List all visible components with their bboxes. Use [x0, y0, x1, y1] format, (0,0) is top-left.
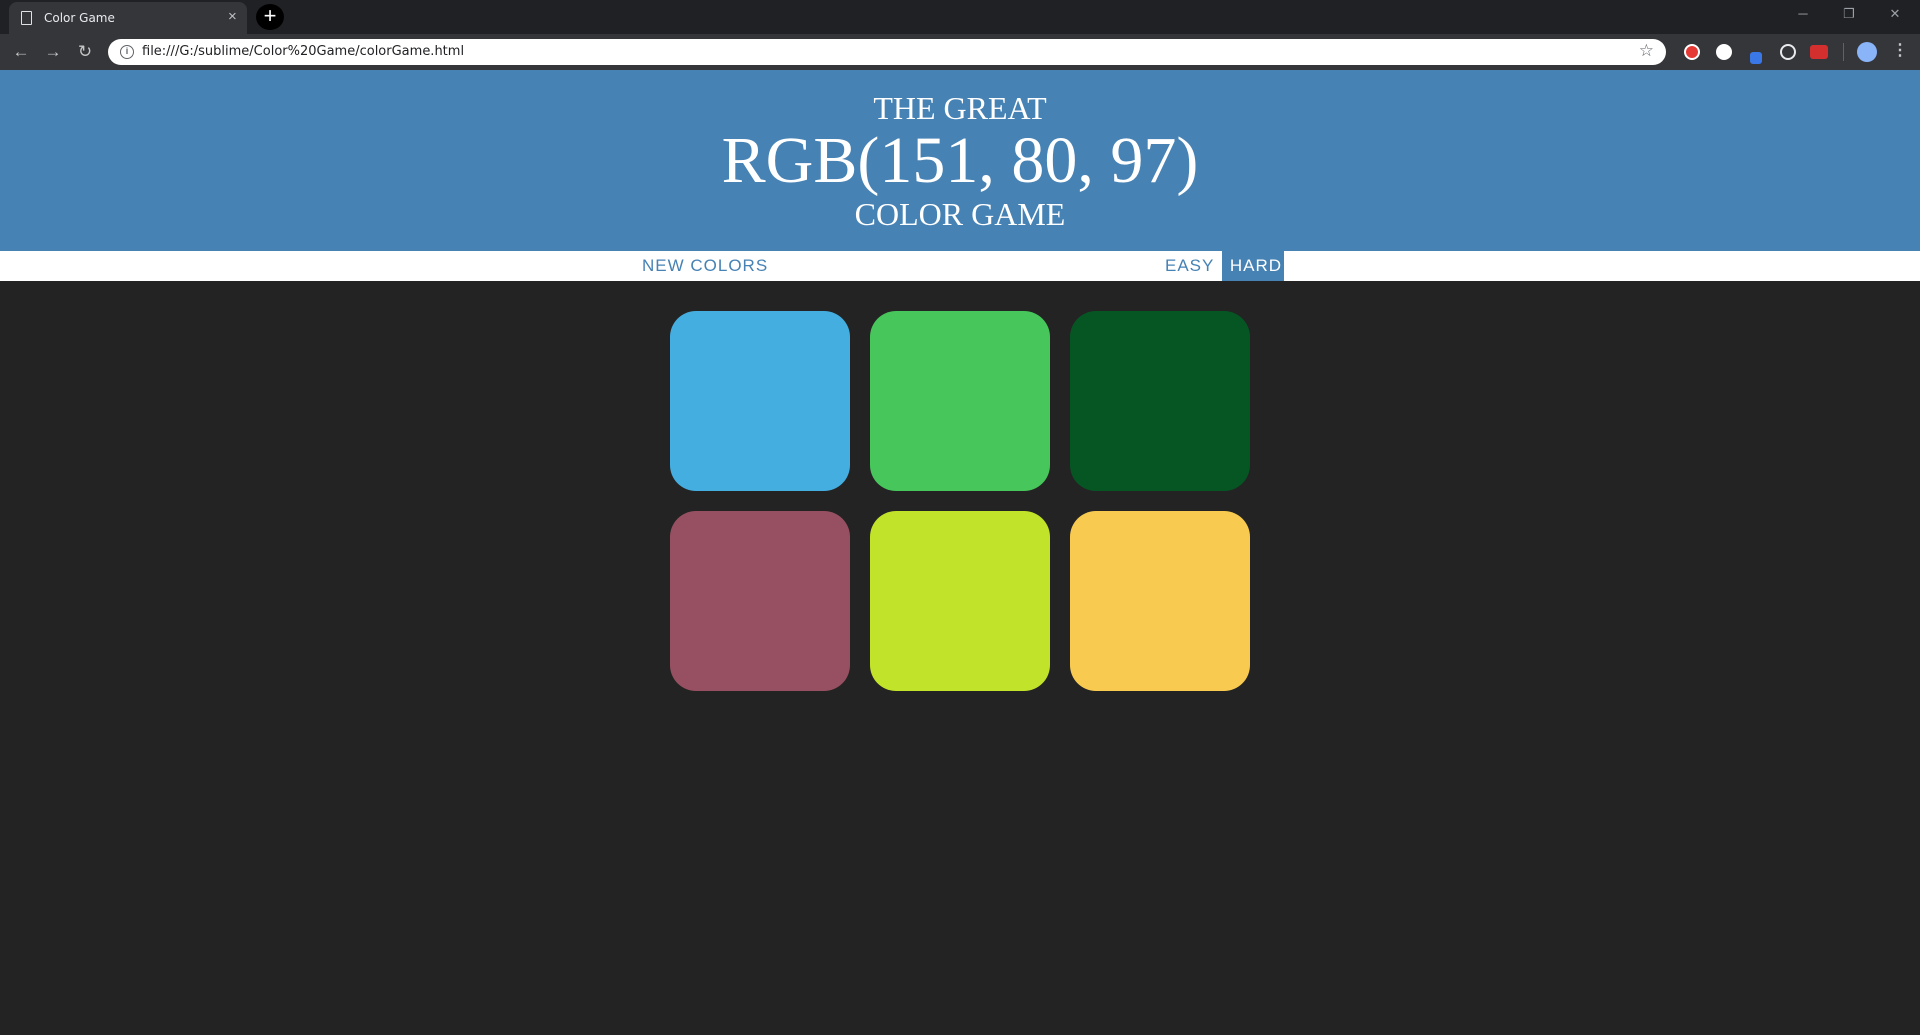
profile-avatar-icon[interactable]	[1857, 42, 1877, 62]
extension-square-icon[interactable]	[1750, 52, 1762, 64]
extension-circle-icon[interactable]	[1716, 44, 1732, 60]
toolbar-divider	[1843, 43, 1844, 61]
color-square[interactable]	[870, 311, 1050, 491]
extension-adblock-icon[interactable]	[1684, 44, 1700, 60]
minimize-icon[interactable]: ─	[1780, 0, 1826, 30]
game-header: The Great RGB(151, 80, 97) Color Game	[0, 70, 1920, 251]
target-rgb-display: RGB(151, 80, 97)	[721, 124, 1199, 197]
bookmark-star-icon[interactable]: ☆	[1639, 41, 1654, 61]
maximize-icon[interactable]: ❐	[1826, 0, 1872, 30]
back-icon[interactable]: ←	[8, 39, 34, 65]
reload-icon[interactable]: ↻	[72, 39, 98, 65]
hard-mode-button[interactable]: Hard	[1222, 251, 1284, 281]
color-square[interactable]	[670, 311, 850, 491]
color-square[interactable]	[1070, 311, 1250, 491]
close-tab-icon[interactable]: ×	[228, 8, 237, 26]
info-icon[interactable]: i	[120, 45, 134, 59]
new-tab-button[interactable]: +	[256, 4, 284, 30]
extension-cors-icon[interactable]	[1810, 45, 1828, 59]
address-bar[interactable]: i file:///G:/sublime/Color%20Game/colorG…	[108, 39, 1666, 65]
header-title-bottom: Color Game	[854, 196, 1066, 232]
page-icon	[21, 11, 32, 25]
browser-tabbar: Color Game × + ─ ❐ ✕	[0, 0, 1920, 34]
control-stripe: New Colors Easy Hard	[0, 251, 1920, 281]
tab-title: Color Game	[44, 11, 115, 25]
easy-mode-button[interactable]: Easy	[1159, 251, 1220, 281]
url-text[interactable]: file:///G:/sublime/Color%20Game/colorGam…	[142, 44, 464, 59]
browser-tab[interactable]: Color Game ×	[9, 2, 247, 34]
new-colors-button[interactable]: New Colors	[636, 251, 774, 281]
forward-icon[interactable]: →	[40, 39, 66, 65]
close-window-icon[interactable]: ✕	[1872, 0, 1918, 30]
browser-toolbar: ← → ↻ i file:///G:/sublime/Color%20Game/…	[0, 34, 1920, 70]
color-square[interactable]	[1070, 511, 1250, 691]
page: The Great RGB(151, 80, 97) Color Game Ne…	[0, 70, 1920, 1035]
color-square[interactable]	[670, 511, 850, 691]
browser-menu-icon[interactable]: ⋮	[1892, 42, 1908, 60]
color-square[interactable]	[870, 511, 1050, 691]
extension-react-icon[interactable]	[1780, 44, 1796, 60]
header-title-top: The Great	[873, 90, 1047, 126]
